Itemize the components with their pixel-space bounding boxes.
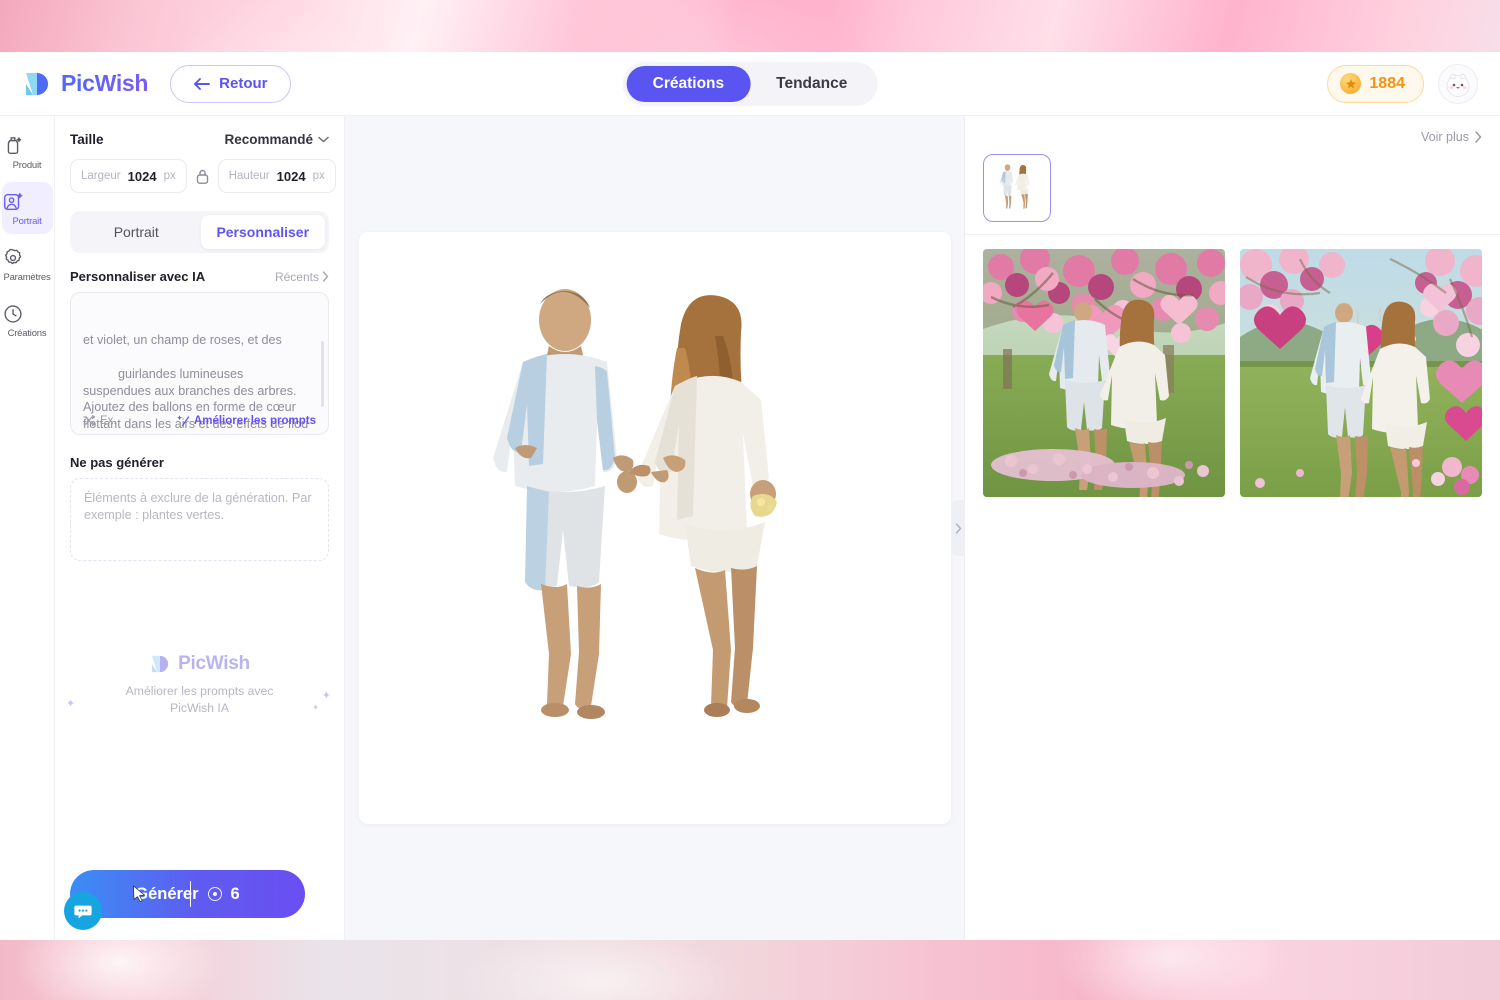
height-label: Hauteur [228,170,270,182]
tab-creations[interactable]: Créations [626,65,751,102]
promo-brand-name: PicWish [178,653,250,674]
negative-prompt-title: Ne pas générer [70,455,164,470]
sidebar-item-portrait[interactable]: Portrait [1,182,53,234]
size-header: Taille Recommandé [70,132,329,147]
coin-icon [207,887,222,901]
arrow-left-icon [193,77,211,91]
sidebar-item-portrait-label: Portrait [12,216,42,227]
sidebar-item-creations-label: Créations [7,328,47,339]
see-more-label: Voir plus [1421,130,1469,144]
sidebar-item-produit[interactable]: Produit [2,126,53,178]
prompt-input[interactable]: et violet, un champ de roses, et des gui… [70,292,329,435]
promo-sparkle-right-small: ✦ [312,703,319,712]
prompt-header: Personnaliser avec IA Récents [70,269,329,284]
width-value: 1024 [127,168,157,184]
settings-panel: Taille Recommandé Largeur 1024 px Hauteu… [55,116,345,940]
app-header: PicWish Retour Créations Tendance 1884 [0,52,1500,116]
credits-value: 1884 [1369,74,1405,92]
width-unit: px [163,170,176,182]
sidebar-item-parametres-label: Paramètres [3,272,51,283]
chevron-down-icon [318,136,329,143]
generate-cost: 6 [230,884,240,903]
picwish-logo-icon [149,653,171,675]
see-more-button[interactable]: Voir plus [983,130,1482,144]
chat-bubble-icon [73,901,93,921]
size-preset-label: Recommandé [224,132,313,147]
size-inputs: Largeur 1024 px Hauteur 1024 px [70,159,336,193]
header-right: 1884 [1327,63,1478,104]
sidebar-item-produit-label: Produit [12,160,42,171]
couple-walking-cutout [492,289,777,719]
chat-support-button[interactable] [64,892,102,930]
left-rail: Produit Portrait Paramètres Créations [0,116,55,940]
improve-prompts-button[interactable]: Améliorer les prompts [177,414,316,427]
back-button[interactable]: Retour [170,64,291,103]
tab-portrait[interactable]: Portrait [74,215,199,249]
ai-promo: ✦ ✦ ✦ PicWish Améliorer les prompts avec [66,637,331,717]
height-input[interactable]: Hauteur 1024 px [217,159,336,193]
decorative-pink-balloon-backdrop-bottom [0,938,1500,1000]
bottle-sparkle-icon [2,135,53,157]
user-avatar-cat-icon[interactable] [1438,63,1478,104]
magic-wand-icon [177,414,190,427]
back-button-label: Retour [219,75,268,92]
generated-results [983,249,1482,497]
picwish-logo-icon [22,69,52,99]
tab-tendance[interactable]: Tendance [750,66,873,102]
lock-icon[interactable] [195,168,210,185]
thumbnail-couple-cutout [999,164,1030,209]
canvas-area [345,116,965,940]
size-preset-dropdown[interactable]: Recommandé [224,132,329,147]
prompt-section-title: Personnaliser avec IA [70,269,206,284]
generate-area: Générer 6 [70,870,329,940]
source-thumbnail-couple[interactable] [983,154,1051,222]
height-unit: px [312,170,325,182]
promo-line-2: PicWish IA [170,701,229,716]
header-tabs: Créations Tendance [622,61,878,106]
app-window: PicWish Retour Créations Tendance 1884 P… [0,52,1500,940]
text-caret [189,881,192,907]
canvas-image-card[interactable] [358,232,951,824]
credits-badge[interactable]: 1884 [1327,64,1424,103]
results-panel: Voir plus [965,116,1500,940]
tab-personnaliser[interactable]: Personnaliser [200,215,325,249]
prompt-example-label: Ex. [100,414,117,427]
width-label: Largeur [81,170,121,182]
star-icon [1340,73,1362,94]
negative-prompt-input[interactable]: Éléments à exclure de la génération. Par… [70,478,329,561]
chevron-right-icon [1474,131,1482,143]
sidebar-item-creations[interactable]: Créations [2,294,53,346]
prompt-clipped-line: et violet, un champ de roses, et des [83,333,282,348]
brand-name: PicWish [61,70,149,96]
clock-icon [2,303,53,325]
generate-button[interactable]: Générer 6 [70,870,305,918]
prompt-scrollbar[interactable] [321,341,324,407]
improve-prompts-label: Améliorer les prompts [193,414,316,427]
height-value: 1024 [276,168,306,184]
recents-label: Récents [274,269,319,284]
promo-sparkle-left: ✦ [66,698,76,710]
results-divider [965,234,1500,235]
brand: PicWish [22,69,148,99]
promo-sparkle-right: ✦ [321,690,331,702]
chevron-right-icon [322,271,329,282]
app-body: Produit Portrait Paramètres Créations Ta… [0,116,1500,940]
recents-button[interactable]: Récents [275,270,329,284]
portrait-sparkle-icon [2,191,53,213]
width-input[interactable]: Largeur 1024 px [70,159,187,193]
sidebar-item-parametres[interactable]: Paramètres [2,238,53,290]
source-thumbnails [983,154,1482,222]
mode-tabs: Portrait Personnaliser [70,211,329,253]
gear-icon [2,247,53,269]
generated-result-2-heart-balloons[interactable] [1240,249,1482,497]
promo-line-1: Améliorer les prompts avec [125,684,274,698]
collapse-right-panel-handle[interactable] [951,500,965,556]
shuffle-icon [83,415,96,426]
generated-result-1-heart-tree[interactable] [983,249,1225,497]
prompt-example-button[interactable]: Ex. [83,415,117,427]
size-title: Taille [70,132,104,147]
